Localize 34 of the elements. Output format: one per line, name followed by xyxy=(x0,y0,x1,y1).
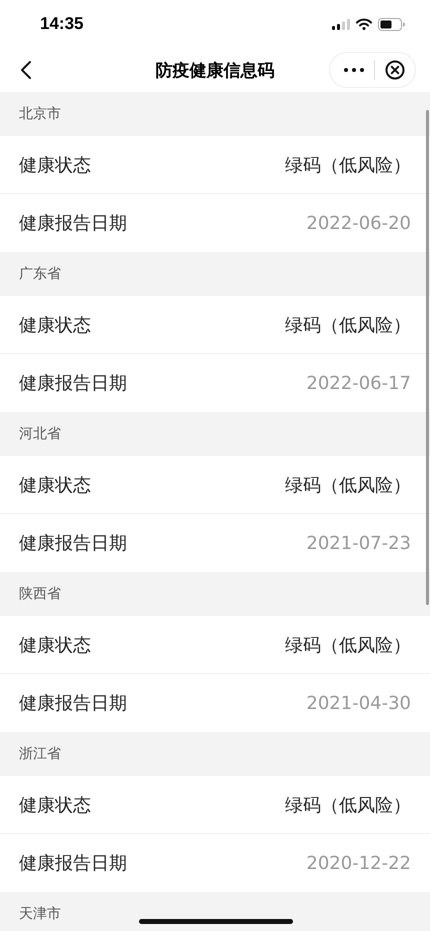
row-label: 健康报告日期 xyxy=(19,532,127,555)
row-value: 2021-04-30 xyxy=(306,692,411,714)
row-label: 健康报告日期 xyxy=(19,692,127,715)
region-heading: 陕西省 xyxy=(19,585,61,603)
row-value: 2021-07-23 xyxy=(306,532,411,554)
region-heading: 广东省 xyxy=(19,265,61,283)
status-time: 14:35 xyxy=(40,14,84,34)
row-value: 绿码（低风险） xyxy=(285,794,411,816)
row-value: 2022-06-17 xyxy=(306,372,411,394)
row-label: 健康报告日期 xyxy=(19,212,127,235)
region-heading: 北京市 xyxy=(19,105,61,123)
row-value: 绿码（低风险） xyxy=(285,314,411,336)
row-label: 健康状态 xyxy=(19,794,91,816)
row-value: 绿码（低风险） xyxy=(285,634,411,656)
battery-icon xyxy=(378,18,405,30)
row-label: 健康报告日期 xyxy=(19,852,127,875)
more-icon[interactable] xyxy=(344,68,364,72)
row-value: 绿码（低风险） xyxy=(285,154,411,176)
region-heading: 浙江省 xyxy=(19,745,61,763)
page-title: 防疫健康信息码 xyxy=(154,60,276,82)
row-label: 健康状态 xyxy=(19,314,91,336)
signal-icon xyxy=(332,18,350,30)
row-value: 绿码（低风险） xyxy=(285,474,411,496)
close-icon[interactable] xyxy=(385,60,405,80)
row-value: 2020-12-22 xyxy=(306,852,411,874)
row-label: 健康状态 xyxy=(19,154,91,176)
region-heading: 河北省 xyxy=(19,425,61,443)
wifi-icon xyxy=(356,18,372,30)
region-heading: 天津市 xyxy=(19,905,61,923)
row-label: 健康状态 xyxy=(19,474,91,496)
row-label: 健康报告日期 xyxy=(19,372,127,395)
back-icon[interactable] xyxy=(20,60,32,80)
row-label: 健康状态 xyxy=(19,634,91,656)
row-value: 2022-06-20 xyxy=(306,212,411,234)
